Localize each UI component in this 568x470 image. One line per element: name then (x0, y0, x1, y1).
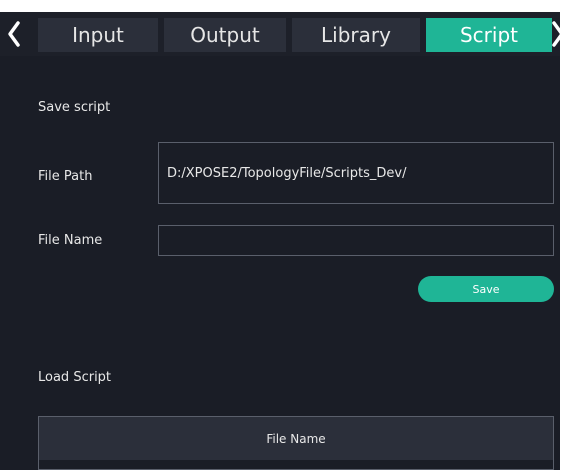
tab-library[interactable]: Library (292, 18, 420, 52)
tab-output[interactable]: Output (164, 18, 286, 52)
save-script-title: Save script (38, 100, 111, 115)
table-header-file-name[interactable]: File Name (39, 417, 553, 460)
save-button[interactable]: Save (418, 276, 554, 302)
chevron-left-icon[interactable] (4, 12, 24, 56)
chevron-right-icon[interactable] (548, 12, 568, 56)
tab-script[interactable]: Script (426, 18, 552, 52)
file-table: File Name (38, 416, 554, 470)
file-name-input[interactable] (158, 225, 554, 256)
script-panel: Save script File Path File Name Save Loa… (0, 56, 560, 470)
load-script-title: Load Script (38, 370, 112, 385)
file-path-label: File Path (38, 169, 93, 184)
tab-bar: Input Output Library Script (0, 12, 564, 56)
tab-input[interactable]: Input (38, 18, 158, 52)
file-name-label: File Name (38, 233, 103, 248)
file-path-input[interactable] (158, 142, 554, 204)
